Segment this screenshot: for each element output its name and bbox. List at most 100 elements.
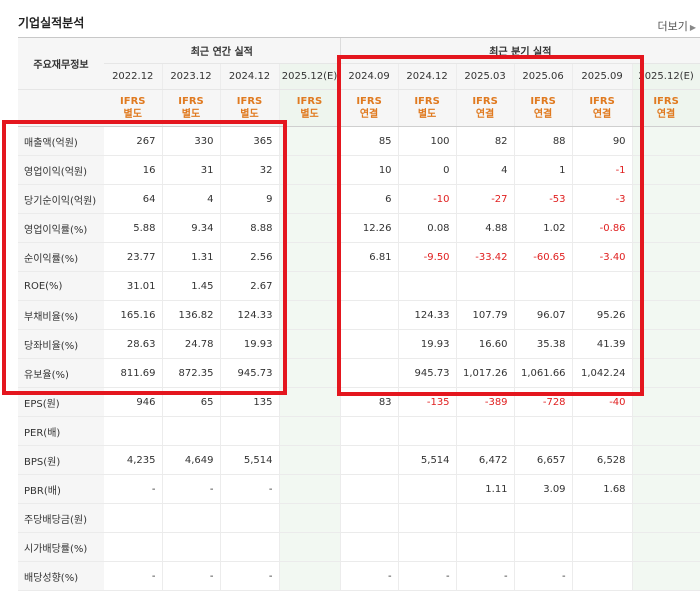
table-cell: 41.39	[572, 329, 633, 359]
table-cell	[572, 416, 633, 446]
row-label-header: 주요재무정보	[18, 37, 104, 90]
table-cell: 1,017.26	[456, 358, 515, 388]
table-cell	[339, 271, 399, 301]
table-cell: 32	[220, 155, 280, 185]
table-cell	[632, 184, 700, 214]
table-cell	[632, 445, 700, 475]
table-cell: 107.79	[456, 300, 515, 330]
row-label: 영업이익(억원)	[18, 155, 104, 185]
period-header: 2023.12	[162, 63, 221, 90]
table-cell	[279, 184, 341, 214]
table-cell: -40	[572, 387, 633, 417]
row-label: 당좌비율(%)	[18, 329, 104, 359]
table-cell	[339, 300, 399, 330]
table-cell: 19.93	[220, 329, 280, 359]
table-row: 당좌비율(%) 28.63 24.78 19.93 19.93 16.60 35.38 41.…	[18, 329, 700, 359]
accounting-standard-header: IFRS 연결	[632, 89, 700, 127]
label-spacer	[18, 89, 104, 127]
table-cell: -135	[398, 387, 457, 417]
table-row: 매출액(억원) 267 330 365 85 100 82 88 90	[18, 126, 700, 156]
table-row: EPS(원) 946 65 135 83 -135 -389 -728 -40	[18, 387, 700, 417]
table-cell: 24.78	[162, 329, 221, 359]
accounting-standard-header: IFRS 별도	[279, 89, 341, 127]
table-cell: 19.93	[398, 329, 457, 359]
table-cell: -60.65	[514, 242, 573, 272]
table-cell: 100	[398, 126, 457, 156]
table-row: 주당배당금(원)	[18, 503, 700, 533]
table-cell	[220, 503, 280, 533]
row-label: PER(배)	[18, 416, 104, 446]
table-cell	[632, 532, 700, 562]
basis-label: 별도	[417, 109, 437, 120]
table-cell	[632, 271, 700, 301]
table-cell: -	[162, 561, 221, 591]
table-cell	[279, 271, 341, 301]
table-cell	[632, 358, 700, 388]
table-row: 배당성향(%) - - - - - - -	[18, 561, 700, 591]
table-cell	[339, 474, 399, 504]
table-cell	[572, 503, 633, 533]
table-cell	[632, 503, 700, 533]
table-cell	[456, 503, 515, 533]
table-cell: 1,061.66	[514, 358, 573, 388]
table-cell: -3.40	[572, 242, 633, 272]
ifrs-label: IFRS	[472, 96, 498, 107]
table-cell: 811.69	[104, 358, 163, 388]
table-row: 부채비율(%) 165.16 136.82 124.33 124.33 107.79 96.…	[18, 300, 700, 330]
table-cell: 31.01	[104, 271, 163, 301]
table-cell	[572, 561, 633, 591]
table-cell: -1	[572, 155, 633, 185]
table-cell: 9	[220, 184, 280, 214]
table-row: PBR(배) - - -1.11 3.09 1.68	[18, 474, 700, 504]
table-cell	[220, 532, 280, 562]
table-cell	[279, 213, 341, 243]
table-cell: 1,042.24	[572, 358, 633, 388]
table-cell: 4.88	[456, 213, 515, 243]
table-cell	[279, 445, 341, 475]
table-cell	[456, 532, 515, 562]
table-cell	[514, 416, 573, 446]
table-cell	[279, 300, 341, 330]
period-header: 2025.12(E)	[632, 63, 700, 90]
table-cell: -27	[456, 184, 515, 214]
ifrs-label: IFRS	[653, 96, 679, 107]
table-cell	[572, 532, 633, 562]
table-cell: 6,657	[514, 445, 573, 475]
table-row: 영업이익(억원) 16 31 32 10 0 4 1 -1	[18, 155, 700, 185]
table-cell: -	[456, 561, 515, 591]
table-cell: -	[514, 561, 573, 591]
period-header: 2025.06	[514, 63, 573, 90]
table-cell: -389	[456, 387, 515, 417]
period-header: 2024.12	[220, 63, 280, 90]
table-cell: 135	[220, 387, 280, 417]
table-cell: -33.42	[456, 242, 515, 272]
table-cell	[398, 474, 457, 504]
table-cell	[279, 387, 341, 417]
table-cell	[279, 532, 341, 562]
more-link[interactable]: 더보기 ▶	[657, 18, 696, 34]
table-cell: 5,514	[398, 445, 457, 475]
table-cell: 330	[162, 126, 221, 156]
accounting-standard-header: IFRS 연결	[456, 89, 515, 127]
ifrs-label: IFRS	[589, 96, 615, 107]
table-cell	[456, 416, 515, 446]
accounting-standard-header: IFRS 연결	[572, 89, 633, 127]
table-cell	[632, 561, 700, 591]
table-cell: 1	[514, 155, 573, 185]
accounting-standard-header: IFRS 별도	[220, 89, 280, 127]
table-cell: -	[104, 561, 163, 591]
basis-label: 연결	[359, 109, 379, 120]
table-cell	[514, 503, 573, 533]
table-cell: 64	[104, 184, 163, 214]
table-cell: 2.67	[220, 271, 280, 301]
table-row: 순이익률(%) 23.77 1.31 2.56 6.81 -9.50 -33.42 -60.6…	[18, 242, 700, 272]
table-cell: 5.88	[104, 213, 163, 243]
ifrs-label: IFRS	[356, 96, 382, 107]
table-cell: 31	[162, 155, 221, 185]
table-cell	[632, 155, 700, 185]
table-row: ROE(%) 31.01 1.45 2.67	[18, 271, 700, 301]
table-cell: 5,514	[220, 445, 280, 475]
table-cell: -	[398, 561, 457, 591]
table-cell: 96.07	[514, 300, 573, 330]
table-cell: 65	[162, 387, 221, 417]
